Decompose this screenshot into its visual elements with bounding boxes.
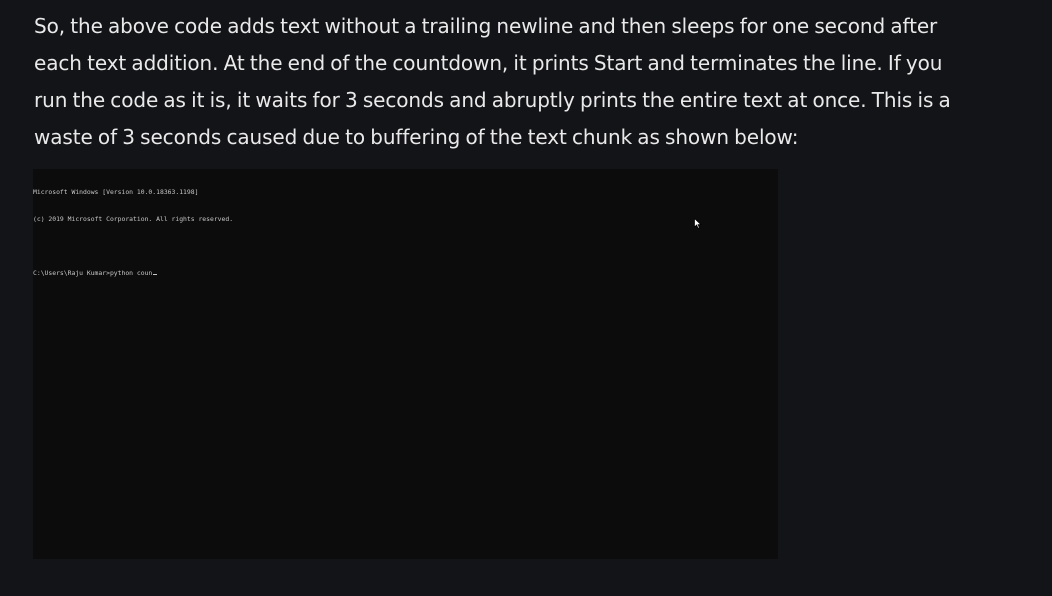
terminal-screenshot: Microsoft Windows [Version 10.0.18363.11… <box>33 169 778 559</box>
article-content: So, the above code adds text without a t… <box>0 0 1052 596</box>
terminal-line-version: Microsoft Windows [Version 10.0.18363.11… <box>33 188 199 196</box>
paragraph-line: run the code as it is, it waits for 3 se… <box>34 88 951 112</box>
paragraph-line: So, the above code adds text without a t… <box>34 14 938 38</box>
paragraph-line: each text addition. At the end of the co… <box>34 51 943 75</box>
terminal-prompt-line: C:\Users\Raju Kumar>python coun <box>33 269 233 278</box>
article-paragraph: So, the above code adds text without a t… <box>34 8 1034 156</box>
terminal-output: Microsoft Windows [Version 10.0.18363.11… <box>33 170 233 296</box>
text-cursor-icon <box>152 274 157 275</box>
paragraph-line: waste of 3 seconds caused due to bufferi… <box>34 125 799 149</box>
terminal-command: C:\Users\Raju Kumar>python coun <box>33 269 153 277</box>
terminal-line-copyright: (c) 2019 Microsoft Corporation. All righ… <box>33 215 234 223</box>
mouse-pointer-icon <box>694 218 702 229</box>
